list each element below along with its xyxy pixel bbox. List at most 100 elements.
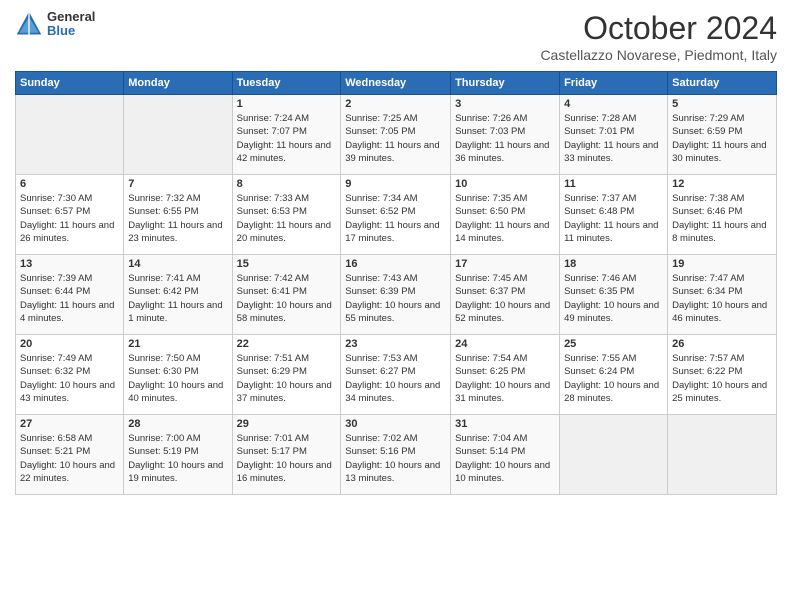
day-info: Sunrise: 7:46 AMSunset: 6:35 PMDaylight:… bbox=[564, 272, 663, 325]
day-number: 3 bbox=[455, 98, 555, 110]
weekday-thursday: Thursday bbox=[451, 72, 560, 95]
day-number: 30 bbox=[345, 418, 446, 430]
weekday-wednesday: Wednesday bbox=[341, 72, 451, 95]
day-number: 11 bbox=[564, 178, 663, 190]
logo: General Blue bbox=[15, 10, 95, 39]
calendar-cell: 29 Sunrise: 7:01 AMSunset: 5:17 PMDayligh… bbox=[232, 415, 341, 495]
day-info: Sunrise: 7:50 AMSunset: 6:30 PMDaylight:… bbox=[128, 352, 227, 405]
calendar-cell: 27 Sunrise: 6:58 AMSunset: 5:21 PMDayligh… bbox=[16, 415, 124, 495]
day-info: Sunrise: 7:28 AMSunset: 7:01 PMDaylight:… bbox=[564, 112, 663, 165]
calendar-cell: 18 Sunrise: 7:46 AMSunset: 6:35 PMDayligh… bbox=[560, 255, 668, 335]
week-row-2: 6 Sunrise: 7:30 AMSunset: 6:57 PMDaylight… bbox=[16, 175, 777, 255]
day-number: 18 bbox=[564, 258, 663, 270]
week-row-5: 27 Sunrise: 6:58 AMSunset: 5:21 PMDayligh… bbox=[16, 415, 777, 495]
day-number: 2 bbox=[345, 98, 446, 110]
week-row-1: 1 Sunrise: 7:24 AMSunset: 7:07 PMDaylight… bbox=[16, 95, 777, 175]
day-number: 13 bbox=[20, 258, 119, 270]
day-info: Sunrise: 7:01 AMSunset: 5:17 PMDaylight:… bbox=[237, 432, 337, 485]
calendar-cell bbox=[124, 95, 232, 175]
day-info: Sunrise: 7:47 AMSunset: 6:34 PMDaylight:… bbox=[672, 272, 772, 325]
calendar-cell: 24 Sunrise: 7:54 AMSunset: 6:25 PMDayligh… bbox=[451, 335, 560, 415]
calendar-cell: 4 Sunrise: 7:28 AMSunset: 7:01 PMDaylight… bbox=[560, 95, 668, 175]
day-number: 15 bbox=[237, 258, 337, 270]
day-number: 1 bbox=[237, 98, 337, 110]
day-info: Sunrise: 7:55 AMSunset: 6:24 PMDaylight:… bbox=[564, 352, 663, 405]
day-info: Sunrise: 7:57 AMSunset: 6:22 PMDaylight:… bbox=[672, 352, 772, 405]
logo-general: General bbox=[47, 10, 95, 24]
day-info: Sunrise: 7:32 AMSunset: 6:55 PMDaylight:… bbox=[128, 192, 227, 245]
calendar-cell: 7Sunrise: 7:32 AMSunset: 6:55 PMDaylight… bbox=[124, 175, 232, 255]
day-number: 27 bbox=[20, 418, 119, 430]
calendar-cell: 12 Sunrise: 7:38 AMSunset: 6:46 PMDayligh… bbox=[668, 175, 777, 255]
calendar-cell: 20Sunrise: 7:49 AMSunset: 6:32 PMDayligh… bbox=[16, 335, 124, 415]
day-number: 16 bbox=[345, 258, 446, 270]
day-info: Sunrise: 7:38 AMSunset: 6:46 PMDaylight:… bbox=[672, 192, 772, 245]
day-number: 14 bbox=[128, 258, 227, 270]
weekday-sunday: Sunday bbox=[16, 72, 124, 95]
calendar-cell bbox=[16, 95, 124, 175]
calendar-header: SundayMondayTuesdayWednesdayThursdayFrid… bbox=[16, 72, 777, 95]
day-info: Sunrise: 7:49 AMSunset: 6:32 PMDaylight:… bbox=[20, 352, 119, 405]
calendar-cell: 6 Sunrise: 7:30 AMSunset: 6:57 PMDaylight… bbox=[16, 175, 124, 255]
day-info: Sunrise: 7:00 AMSunset: 5:19 PMDaylight:… bbox=[128, 432, 227, 485]
calendar-cell: 13 Sunrise: 7:39 AMSunset: 6:44 PMDayligh… bbox=[16, 255, 124, 335]
day-number: 26 bbox=[672, 338, 772, 350]
day-number: 29 bbox=[237, 418, 337, 430]
day-info: Sunrise: 7:37 AMSunset: 6:48 PMDaylight:… bbox=[564, 192, 663, 245]
day-number: 10 bbox=[455, 178, 555, 190]
calendar-cell: 11 Sunrise: 7:37 AMSunset: 6:48 PMDayligh… bbox=[560, 175, 668, 255]
day-number: 24 bbox=[455, 338, 555, 350]
day-info: Sunrise: 7:35 AMSunset: 6:50 PMDaylight:… bbox=[455, 192, 555, 245]
day-number: 25 bbox=[564, 338, 663, 350]
calendar-cell: 8Sunrise: 7:33 AMSunset: 6:53 PMDaylight… bbox=[232, 175, 341, 255]
day-number: 4 bbox=[564, 98, 663, 110]
day-info: Sunrise: 7:04 AMSunset: 5:14 PMDaylight:… bbox=[455, 432, 555, 485]
day-info: Sunrise: 6:58 AMSunset: 5:21 PMDaylight:… bbox=[20, 432, 119, 485]
day-number: 6 bbox=[20, 178, 119, 190]
calendar-cell: 28Sunrise: 7:00 AMSunset: 5:19 PMDayligh… bbox=[124, 415, 232, 495]
week-row-4: 20Sunrise: 7:49 AMSunset: 6:32 PMDayligh… bbox=[16, 335, 777, 415]
title-block: October 2024 Castellazzo Novarese, Piedm… bbox=[540, 10, 777, 63]
day-info: Sunrise: 7:02 AMSunset: 5:16 PMDaylight:… bbox=[345, 432, 446, 485]
day-info: Sunrise: 7:43 AMSunset: 6:39 PMDaylight:… bbox=[345, 272, 446, 325]
header: General Blue October 2024 Castellazzo No… bbox=[15, 10, 777, 63]
day-info: Sunrise: 7:30 AMSunset: 6:57 PMDaylight:… bbox=[20, 192, 119, 245]
day-info: Sunrise: 7:29 AMSunset: 6:59 PMDaylight:… bbox=[672, 112, 772, 165]
day-info: Sunrise: 7:39 AMSunset: 6:44 PMDaylight:… bbox=[20, 272, 119, 325]
calendar-cell bbox=[560, 415, 668, 495]
calendar-cell: 14Sunrise: 7:41 AMSunset: 6:42 PMDayligh… bbox=[124, 255, 232, 335]
calendar-cell: 3 Sunrise: 7:26 AMSunset: 7:03 PMDaylight… bbox=[451, 95, 560, 175]
weekday-monday: Monday bbox=[124, 72, 232, 95]
day-info: Sunrise: 7:26 AMSunset: 7:03 PMDaylight:… bbox=[455, 112, 555, 165]
logo-icon bbox=[15, 10, 43, 38]
calendar-cell: 16 Sunrise: 7:43 AMSunset: 6:39 PMDayligh… bbox=[341, 255, 451, 335]
page: General Blue October 2024 Castellazzo No… bbox=[0, 0, 792, 612]
calendar-table: SundayMondayTuesdayWednesdayThursdayFrid… bbox=[15, 71, 777, 495]
day-info: Sunrise: 7:24 AMSunset: 7:07 PMDaylight:… bbox=[237, 112, 337, 165]
calendar-cell: 15Sunrise: 7:42 AMSunset: 6:41 PMDayligh… bbox=[232, 255, 341, 335]
day-number: 5 bbox=[672, 98, 772, 110]
weekday-tuesday: Tuesday bbox=[232, 72, 341, 95]
calendar-cell: 31 Sunrise: 7:04 AMSunset: 5:14 PMDayligh… bbox=[451, 415, 560, 495]
calendar-cell bbox=[668, 415, 777, 495]
day-info: Sunrise: 7:45 AMSunset: 6:37 PMDaylight:… bbox=[455, 272, 555, 325]
calendar-cell: 19 Sunrise: 7:47 AMSunset: 6:34 PMDayligh… bbox=[668, 255, 777, 335]
calendar-cell: 17 Sunrise: 7:45 AMSunset: 6:37 PMDayligh… bbox=[451, 255, 560, 335]
day-info: Sunrise: 7:53 AMSunset: 6:27 PMDaylight:… bbox=[345, 352, 446, 405]
calendar-cell: 5 Sunrise: 7:29 AMSunset: 6:59 PMDaylight… bbox=[668, 95, 777, 175]
day-info: Sunrise: 7:34 AMSunset: 6:52 PMDaylight:… bbox=[345, 192, 446, 245]
calendar-cell: 23 Sunrise: 7:53 AMSunset: 6:27 PMDayligh… bbox=[341, 335, 451, 415]
day-number: 23 bbox=[345, 338, 446, 350]
day-number: 19 bbox=[672, 258, 772, 270]
day-info: Sunrise: 7:25 AMSunset: 7:05 PMDaylight:… bbox=[345, 112, 446, 165]
day-number: 12 bbox=[672, 178, 772, 190]
day-number: 21 bbox=[128, 338, 227, 350]
day-number: 31 bbox=[455, 418, 555, 430]
location: Castellazzo Novarese, Piedmont, Italy bbox=[540, 47, 777, 63]
logo-blue: Blue bbox=[47, 24, 95, 38]
day-number: 17 bbox=[455, 258, 555, 270]
day-info: Sunrise: 7:54 AMSunset: 6:25 PMDaylight:… bbox=[455, 352, 555, 405]
calendar-cell: 30 Sunrise: 7:02 AMSunset: 5:16 PMDayligh… bbox=[341, 415, 451, 495]
weekday-row: SundayMondayTuesdayWednesdayThursdayFrid… bbox=[16, 72, 777, 95]
weekday-saturday: Saturday bbox=[668, 72, 777, 95]
